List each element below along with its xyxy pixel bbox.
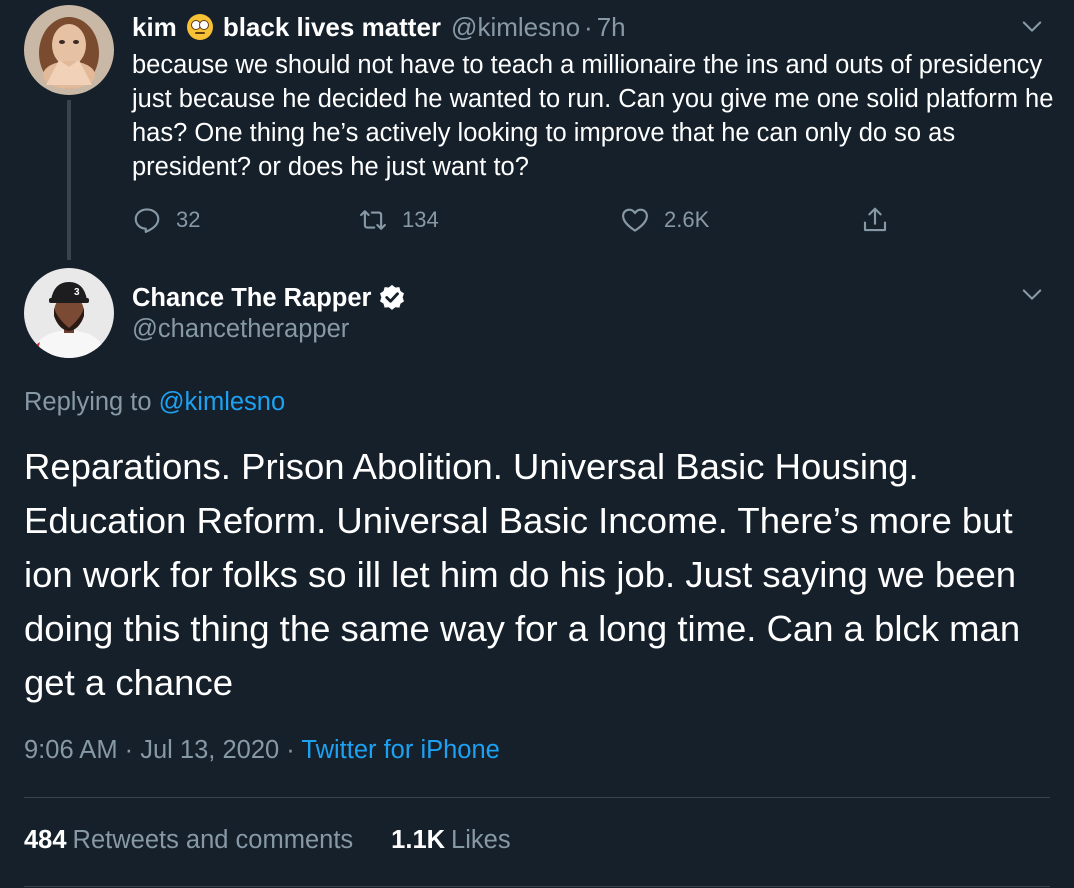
tweet-time[interactable]: 9:06 AM	[24, 736, 118, 764]
parent-time-ago[interactable]: 7h	[597, 12, 626, 43]
thread-connector-line	[67, 100, 71, 260]
parent-display-name[interactable]: kim	[132, 12, 177, 43]
tweet-source-link[interactable]: Twitter for iPhone	[301, 736, 499, 764]
like-count: 2.6K	[664, 207, 710, 232]
chance-avatar[interactable]: 3	[24, 268, 114, 358]
parent-display-name-suffix[interactable]: black lives matter	[223, 12, 441, 43]
replying-to-prefix: Replying to	[24, 388, 152, 416]
header-separator: ·	[584, 11, 593, 42]
tweet-metadata: 9:06 AM · Jul 13, 2020 · Twitter for iPh…	[24, 736, 500, 765]
reply-icon	[134, 208, 160, 233]
retweets-and-comments-stat[interactable]: 484 Retweets and comments	[24, 826, 353, 855]
share-button[interactable]	[860, 200, 904, 240]
main-tweet-author: Chance The Rapper	[132, 278, 407, 318]
divider	[24, 886, 1050, 887]
retweet-count: 134	[402, 207, 439, 232]
parent-tweet-actions: 32 134 2.6K	[132, 200, 912, 240]
chevron-down-icon[interactable]	[1018, 280, 1046, 308]
meta-separator: ·	[124, 736, 134, 764]
parent-tweet-header: kim black lives matter @kimlesno · 7h	[132, 10, 626, 44]
main-handle[interactable]: @chancetherapper	[132, 315, 349, 344]
verified-badge-icon	[380, 284, 405, 310]
parent-tweet-text: because we should not have to teach a mi…	[132, 51, 1054, 181]
likes-label: Likes	[451, 826, 511, 854]
tweet-date[interactable]: Jul 13, 2020	[140, 736, 279, 764]
tweet-stats: 484 Retweets and comments 1.1K Likes	[24, 826, 549, 855]
retweets-and-comments-count: 484	[24, 826, 67, 854]
heart-icon	[622, 208, 648, 232]
replying-to: Replying to @kimlesno	[24, 388, 285, 417]
retweet-button[interactable]: 134	[358, 200, 439, 240]
retweet-icon	[360, 210, 386, 230]
parent-handle[interactable]: @kimlesno	[451, 12, 580, 43]
likes-count: 1.1K	[391, 826, 446, 854]
divider	[24, 797, 1050, 798]
like-button[interactable]: 2.6K	[620, 200, 709, 240]
kim-avatar[interactable]	[24, 5, 114, 95]
reply-count: 32	[176, 207, 201, 232]
tweet-thread: kim black lives matter @kimlesno · 7h be…	[0, 0, 1074, 888]
chevron-down-icon[interactable]	[1018, 12, 1046, 40]
replying-to-link[interactable]: @kimlesno	[159, 388, 286, 416]
parent-tweet[interactable]: kim black lives matter @kimlesno · 7h be…	[0, 0, 1074, 265]
face-with-rolling-eyes-emoji	[186, 14, 213, 40]
reply-button[interactable]: 32	[132, 200, 200, 240]
likes-stat[interactable]: 1.1K Likes	[391, 826, 510, 855]
main-tweet-text: Reparations. Prison Abolition. Universal…	[24, 446, 1021, 703]
retweets-and-comments-label: Retweets and comments	[72, 826, 354, 854]
meta-separator: ·	[286, 736, 295, 764]
svg-text:3: 3	[74, 287, 80, 298]
main-display-name[interactable]: Chance The Rapper	[132, 284, 371, 313]
share-icon	[863, 207, 887, 232]
